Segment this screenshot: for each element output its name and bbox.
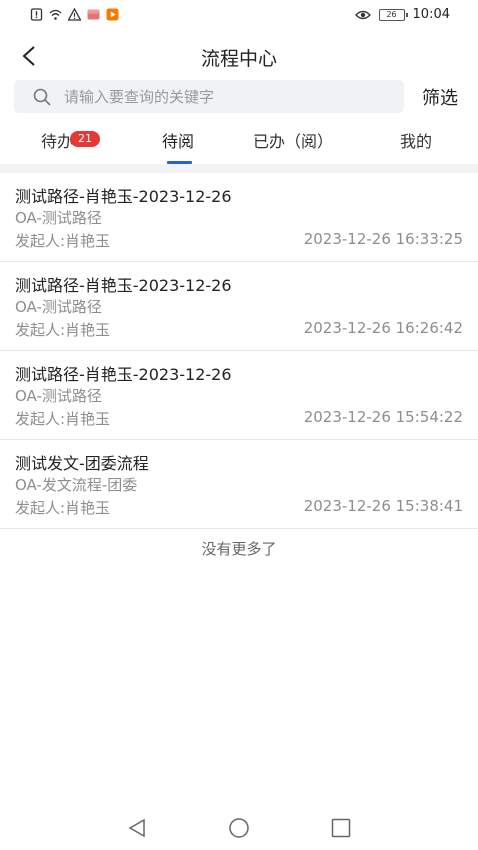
search-box[interactable] xyxy=(14,80,404,113)
item-starter: 发起人:肖艳玉 xyxy=(15,410,111,428)
item-time: 2023-12-26 15:54:22 xyxy=(303,408,463,426)
item-starter: 发起人:肖艳玉 xyxy=(15,499,111,517)
eye-comfort-icon xyxy=(354,10,371,19)
item-subtitle: OA-测试路径 xyxy=(15,298,102,316)
app-notification-icon xyxy=(87,9,100,20)
list-item[interactable]: 测试路径-肖艳玉-2023-12-26 OA-测试路径 发起人:肖艳玉 2023… xyxy=(0,173,478,262)
item-title: 测试发文-团委流程 xyxy=(15,454,149,473)
tab-bar: 待办 21 待阅 已办（阅） 我的 xyxy=(0,118,478,164)
tab-done[interactable]: 已办（阅） xyxy=(253,118,333,164)
warning-icon xyxy=(68,8,81,21)
list-item[interactable]: 测试路径-肖艳玉-2023-12-26 OA-测试路径 发起人:肖艳玉 2023… xyxy=(0,351,478,440)
search-row: 筛选 xyxy=(0,79,478,115)
todo-count-badge: 21 xyxy=(70,131,100,147)
search-input[interactable] xyxy=(64,87,384,106)
battery-indicator: 26 xyxy=(378,8,408,21)
tab-todo[interactable]: 待办 xyxy=(41,118,73,164)
nav-home-icon[interactable] xyxy=(227,816,251,840)
item-subtitle: OA-测试路径 xyxy=(15,387,102,405)
video-app-icon xyxy=(106,8,119,21)
item-title: 测试路径-肖艳玉-2023-12-26 xyxy=(15,187,232,206)
nav-bar: 流程中心 xyxy=(0,32,478,78)
item-title: 测试路径-肖艳玉-2023-12-26 xyxy=(15,276,232,295)
section-divider xyxy=(0,164,478,173)
status-icons-left xyxy=(30,8,119,21)
wifi-icon xyxy=(49,9,62,20)
sim-alert-icon xyxy=(30,8,43,21)
status-time: 10:04 xyxy=(412,7,450,22)
item-time: 2023-12-26 16:26:42 xyxy=(303,319,463,337)
status-bar: 26 10:04 xyxy=(0,0,478,32)
page-title: 流程中心 xyxy=(200,48,277,70)
tab-to-read[interactable]: 待阅 xyxy=(162,118,194,164)
search-icon xyxy=(33,88,51,106)
no-more-text: 没有更多了 xyxy=(201,540,277,558)
item-subtitle: OA-发文流程-团委 xyxy=(15,476,138,494)
tab-label: 待阅 xyxy=(162,132,195,151)
item-title: 测试路径-肖艳玉-2023-12-26 xyxy=(15,365,232,384)
status-icons-right: 26 10:04 xyxy=(354,7,450,22)
tab-label: 已办（阅） xyxy=(253,132,334,151)
item-starter: 发起人:肖艳玉 xyxy=(15,321,111,339)
nav-recents-icon[interactable] xyxy=(329,816,353,840)
item-subtitle: OA-测试路径 xyxy=(15,209,102,227)
list-item[interactable]: 测试发文-团委流程 OA-发文流程-团委 发起人:肖艳玉 2023-12-26 … xyxy=(0,440,478,529)
item-starter: 发起人:肖艳玉 xyxy=(15,232,111,250)
tab-label: 我的 xyxy=(400,132,433,151)
tab-mine[interactable]: 我的 xyxy=(400,118,432,164)
item-time: 2023-12-26 16:33:25 xyxy=(303,230,463,248)
system-nav-bar xyxy=(0,808,478,848)
list-item[interactable]: 测试路径-肖艳玉-2023-12-26 OA-测试路径 发起人:肖艳玉 2023… xyxy=(0,262,478,351)
nav-back-icon[interactable] xyxy=(125,816,149,840)
tab-label: 待办 xyxy=(41,132,74,151)
item-time: 2023-12-26 15:38:41 xyxy=(303,497,463,515)
workflow-list: 测试路径-肖艳玉-2023-12-26 OA-测试路径 发起人:肖艳玉 2023… xyxy=(0,173,478,529)
filter-button[interactable]: 筛选 xyxy=(422,84,458,110)
